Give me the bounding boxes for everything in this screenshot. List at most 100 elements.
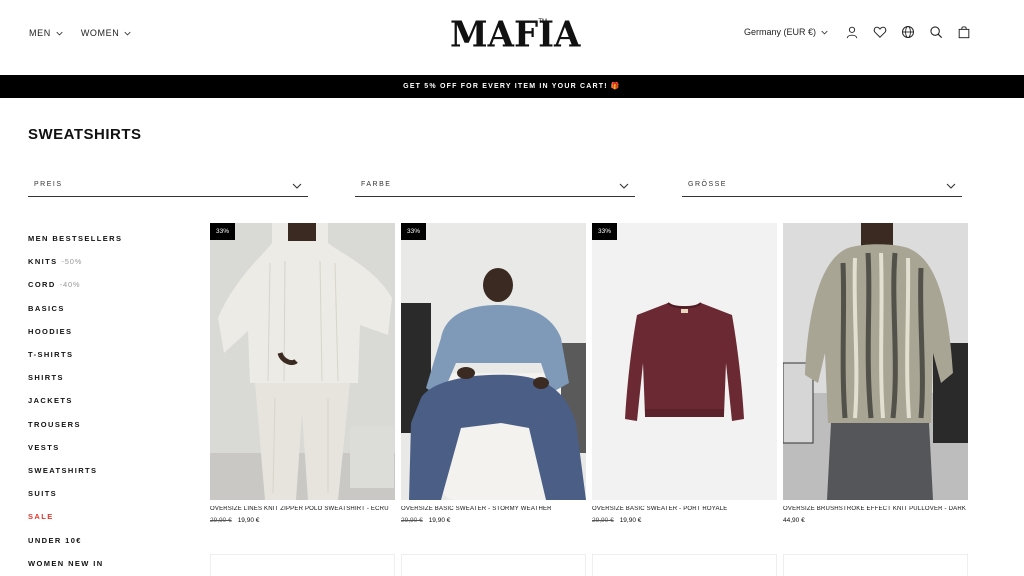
sidebar-item-under-10[interactable]: UNDER 10€ (28, 528, 122, 551)
wishlist-icon[interactable] (872, 24, 888, 40)
product-card[interactable]: 33% OVERSIZE LINES KNIT ZIPPER POLO SWEA… (210, 223, 395, 524)
sidebar-item-basics[interactable]: BASICS (28, 297, 122, 320)
product-price: 29,90 € 19,90 € (210, 517, 395, 524)
nav-men[interactable]: MEN (29, 28, 63, 38)
sidebar-item-label: BASICS (28, 303, 65, 313)
original-price: 29,90 € (401, 517, 423, 524)
sidebar-item-t-shirts[interactable]: T-SHIRTS (28, 343, 122, 366)
site-logo[interactable]: MAFIA TM (450, 14, 581, 57)
discount-badge: 33% (210, 223, 236, 240)
product-card-next-row[interactable] (210, 554, 395, 576)
product-photo-brushstroke-pullover (783, 223, 968, 500)
sidebar-item-suits[interactable]: SUITS (28, 482, 122, 505)
discount-badge: 33% (401, 223, 427, 240)
sidebar-item-trousers[interactable]: TROUSERS (28, 413, 122, 436)
product-name[interactable]: OVERSIZE BRUSHSTROKE EFFECT KNIT PULLOVE… (783, 506, 968, 512)
sidebar-item-shirts[interactable]: SHIRTS (28, 366, 122, 389)
product-name[interactable]: OVERSIZE LINES KNIT ZIPPER POLO SWEATSHI… (210, 506, 395, 512)
logo-trademark: TM (538, 19, 547, 25)
sale-price: 19,90 € (428, 517, 451, 524)
product-image[interactable]: 33% (210, 223, 395, 500)
chevron-down-icon (56, 31, 63, 35)
product-name[interactable]: OVERSIZE BASIC SWEATER - STORMY WEATHER (401, 506, 586, 512)
sidebar-item-label: SHIRTS (28, 373, 64, 383)
chevron-down-icon (292, 183, 302, 189)
logo-text: MAFIA (450, 14, 581, 57)
chevron-down-icon (821, 30, 828, 34)
sidebar-item-men-bestsellers[interactable]: MEN BESTSELLERS (28, 227, 122, 250)
primary-nav: MEN WOMEN (29, 28, 131, 38)
product-grid: 33% OVERSIZE LINES KNIT ZIPPER POLO SWEA… (210, 223, 968, 524)
product-photo-polo-ecru (210, 223, 395, 500)
filter-color[interactable]: FARBE (355, 176, 635, 197)
product-name[interactable]: OVERSIZE BASIC SWEATER - PORT ROYALE (592, 506, 777, 512)
utility-nav: Germany (EUR €) (744, 24, 972, 40)
discount-badge: -50% (61, 257, 83, 267)
product-card-next-row[interactable] (783, 554, 968, 576)
filter-color-label: FARBE (361, 181, 392, 188)
sidebar-item-label: WOMEN NEW IN (28, 558, 104, 568)
country-selector[interactable]: Germany (EUR €) (744, 27, 828, 37)
sidebar-item-label: T-SHIRTS (28, 350, 74, 360)
filter-price[interactable]: PREIS (28, 176, 308, 197)
discount-badge: -40% (59, 280, 81, 290)
product-price: 44,90 € (783, 517, 968, 524)
sidebar-item-cord[interactable]: CORD -40% (28, 273, 122, 296)
chevron-down-icon (619, 183, 629, 189)
sidebar-item-label: KNITS (28, 257, 58, 267)
sidebar-item-label: UNDER 10€ (28, 535, 82, 545)
product-image[interactable] (783, 223, 968, 500)
chevron-down-icon (946, 183, 956, 189)
product-price: 29,90 € 19,90 € (401, 517, 586, 524)
sidebar-item-hoodies[interactable]: HOODIES (28, 320, 122, 343)
search-icon[interactable] (928, 24, 944, 40)
sale-price: 19,90 € (237, 517, 260, 524)
sale-price: 19,90 € (619, 517, 642, 524)
product-photo-sweater-port-royale (592, 223, 777, 500)
nav-women-label: WOMEN (80, 28, 120, 38)
country-label: Germany (EUR €) (743, 27, 816, 37)
filter-size[interactable]: GRÖSSE (682, 176, 962, 197)
chevron-down-icon (124, 31, 131, 35)
sidebar-item-sale[interactable]: SALE (28, 505, 122, 528)
sidebar-item-knits[interactable]: KNITS -50% (28, 250, 122, 273)
page-title: SWEATSHIRTS (28, 126, 142, 143)
account-icon[interactable] (844, 24, 860, 40)
sidebar-item-label: JACKETS (28, 396, 73, 406)
site-header: MEN WOMEN MAFIA TM Germany (EUR €) (0, 0, 1024, 75)
sidebar-item-label: TROUSERS (28, 419, 81, 429)
product-price: 29,90 € 19,90 € (592, 517, 777, 524)
sidebar-item-label: CORD (28, 280, 56, 290)
sidebar-item-jackets[interactable]: JACKETS (28, 389, 122, 412)
sidebar-item-label: SALE (28, 512, 54, 522)
promo-text: GET 5% OFF FOR EVERY ITEM IN YOUR CART! … (403, 83, 621, 90)
cart-icon[interactable] (956, 24, 972, 40)
product-card[interactable]: OVERSIZE BRUSHSTROKE EFFECT KNIT PULLOVE… (783, 223, 968, 524)
discount-badge: 33% (592, 223, 618, 240)
sidebar-item-women-new-in[interactable]: WOMEN NEW IN (28, 552, 122, 575)
product-image[interactable]: 33% (401, 223, 586, 500)
sidebar-item-sweatshirts[interactable]: SWEATSHIRTS (28, 459, 122, 482)
original-price: 29,90 € (210, 517, 232, 524)
filter-size-label: GRÖSSE (688, 181, 727, 188)
product-photo-sweater-stormy (401, 223, 586, 500)
sidebar-item-label: SWEATSHIRTS (28, 465, 98, 475)
product-card[interactable]: 33% OVERSIZE BASIC SWEATER - STORMY WEAT… (401, 223, 586, 524)
product-image[interactable]: 33% (592, 223, 777, 500)
sidebar-item-label: HOODIES (28, 326, 73, 336)
promo-banner[interactable]: GET 5% OFF FOR EVERY ITEM IN YOUR CART! … (0, 75, 1024, 98)
product-card-next-row[interactable] (592, 554, 777, 576)
product-card-next-row[interactable] (401, 554, 586, 576)
category-sidebar: MEN BESTSELLERS KNITS -50% CORD -40% BASIC… (28, 227, 122, 575)
original-price: 29,90 € (592, 517, 614, 524)
globe-icon[interactable] (900, 24, 916, 40)
product-card[interactable]: 33% OVERSIZE BASIC SWEATER - PORT ROYALE… (592, 223, 777, 524)
product-price-value: 44,90 € (783, 517, 805, 524)
sidebar-item-label: SUITS (28, 489, 58, 499)
sidebar-item-label: MEN BESTSELLERS (28, 234, 123, 244)
sidebar-item-vests[interactable]: VESTS (28, 436, 122, 459)
nav-men-label: MEN (29, 28, 51, 38)
filter-price-label: PREIS (34, 181, 63, 188)
sidebar-item-label: VESTS (28, 442, 60, 452)
nav-women[interactable]: WOMEN (81, 28, 132, 38)
